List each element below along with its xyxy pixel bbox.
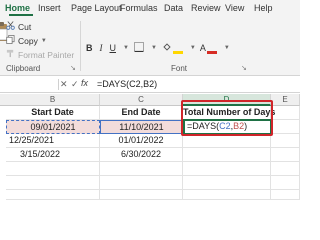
format-painter-label: Format Painter [18,49,75,60]
cell-c4[interactable]: 6/30/2022 [100,148,183,162]
cell-d5[interactable] [183,162,271,176]
cell-b2[interactable]: 09/01/2021 [6,120,100,134]
chevron-down-icon[interactable]: ▼ [151,45,157,51]
tab-data[interactable]: Data [164,3,183,13]
copy-icon [6,35,15,46]
cell-c3[interactable]: 01/01/2022 [100,134,183,148]
column-header-c[interactable]: C [100,94,183,106]
header-end-date[interactable]: End Date [100,106,183,120]
cell-e5[interactable] [271,162,300,176]
tab-formulas[interactable]: Formulas [120,3,158,13]
enter-icon[interactable]: ✓ [71,79,79,90]
cut-button[interactable]: Cut [6,21,31,32]
tab-help[interactable]: Help [254,3,273,13]
font-color-swatch [206,51,217,54]
font-color-button[interactable]: A [200,43,206,53]
cell-b3[interactable]: 12/25/2021 [6,134,100,148]
fill-color-icon[interactable] [162,42,172,54]
annotation-highlight-box [181,100,273,136]
cell-d4[interactable] [183,148,271,162]
insert-function-button[interactable]: fx [81,78,88,88]
tab-home[interactable]: Home [5,3,30,13]
ribbon-tabs: Home Insert Page Layout Formulas Data Re… [0,0,300,17]
cell-b5[interactable] [6,162,100,176]
italic-button[interactable]: I [100,43,103,53]
font-format-row: B I U ▼ ▼ ▼ A ▼ [86,42,237,54]
scissors-icon [6,21,15,32]
cell-e3[interactable] [271,134,300,148]
column-header-e[interactable]: E [271,94,300,106]
copy-label: Copy [18,35,38,46]
group-divider [80,21,81,71]
chevron-down-icon[interactable]: ▼ [190,45,196,51]
fill-color-swatch [172,51,183,54]
paintbrush-icon [6,49,15,60]
cell-c5[interactable] [100,162,183,176]
bold-button[interactable]: B [86,43,93,53]
cell-d7[interactable] [183,190,271,200]
cell-b6[interactable] [6,176,100,190]
tab-page-layout[interactable]: Page Layout [71,3,122,13]
tab-insert[interactable]: Insert [38,3,61,13]
cell-e7[interactable] [271,190,300,200]
cell-c2[interactable]: 11/10/2021 [100,120,183,134]
font-group-label: Font [171,64,188,73]
cell-b7[interactable] [6,190,100,200]
format-painter-button[interactable]: Format Painter [6,49,74,60]
formula-bar: ✕ ✓ fx =DAYS(C2,B2) [0,76,300,93]
column-header-b[interactable]: B [6,94,100,106]
chevron-down-icon[interactable]: ▼ [41,38,47,44]
ribbon: Cut Copy ▼ Format Painter Clipboard ↘ B … [0,17,300,76]
header-start-date[interactable]: Start Date [6,106,100,120]
cell-c6[interactable] [100,176,183,190]
active-tab-indicator [9,14,33,16]
clipboard-group-label: Clipboard [6,64,41,73]
borders-icon[interactable] [133,42,144,54]
cell-e2[interactable] [272,120,300,134]
underline-button[interactable]: U [110,43,117,53]
cell-c7[interactable] [100,190,183,200]
clipboard-dialog-launcher-icon[interactable]: ↘ [70,64,76,72]
font-dialog-launcher-icon[interactable]: ↘ [241,64,247,72]
cell-e1[interactable] [271,106,300,120]
cell-d6[interactable] [183,176,271,190]
tab-view[interactable]: View [225,3,244,13]
formula-bar-divider [58,79,59,90]
cancel-icon[interactable]: ✕ [60,79,68,90]
formula-input[interactable]: =DAYS(C2,B2) [97,79,157,89]
chevron-down-icon[interactable]: ▼ [224,45,230,51]
copy-button[interactable]: Copy ▼ [6,35,47,46]
cell-e4[interactable] [271,148,300,162]
cell-d3[interactable] [183,134,271,148]
cell-e6[interactable] [271,176,300,190]
cell-b4[interactable]: 3/15/2022 [6,148,100,162]
chevron-down-icon[interactable]: ▼ [123,45,129,51]
tab-review[interactable]: Review [191,3,221,13]
cut-label: Cut [18,21,32,32]
